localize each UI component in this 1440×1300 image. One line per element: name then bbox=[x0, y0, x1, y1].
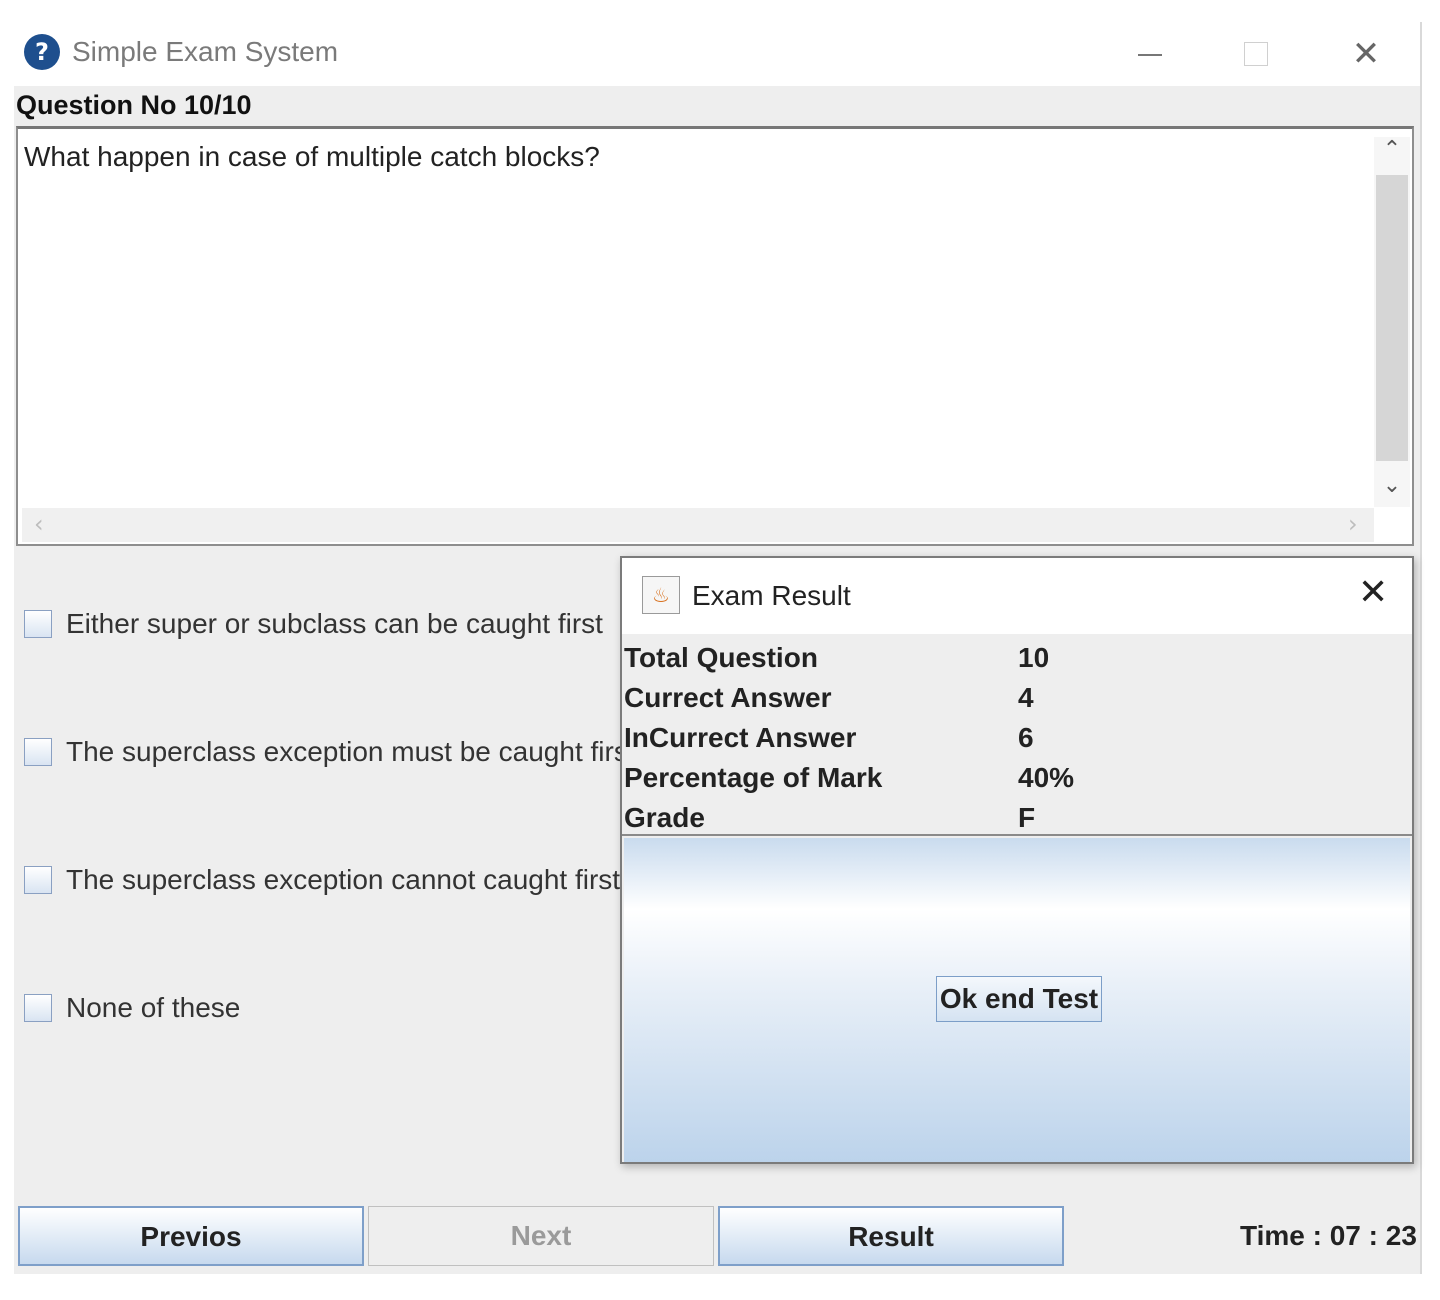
previous-button[interactable]: Previos bbox=[18, 1206, 364, 1266]
result-summary: Total Question 10 Currect Answer 4 InCur… bbox=[622, 638, 1412, 836]
result-label: Currect Answer bbox=[624, 682, 832, 713]
result-label: Grade bbox=[624, 802, 705, 833]
result-value: 40% bbox=[1018, 762, 1075, 793]
result-value: F bbox=[1018, 802, 1036, 833]
result-button[interactable]: Result bbox=[718, 1206, 1064, 1266]
result-label: Total Question bbox=[624, 642, 818, 673]
scroll-up-icon[interactable]: ⌃ bbox=[1374, 137, 1410, 162]
help-icon: ? bbox=[24, 34, 60, 70]
close-button[interactable]: ✕ bbox=[1336, 32, 1396, 76]
exam-result-dialog: ♨ Exam Result ✕ Total Question 10 Currec… bbox=[620, 556, 1414, 1164]
vertical-scroll-thumb[interactable] bbox=[1376, 175, 1408, 461]
question-text-area[interactable]: What happen in case of multiple catch bl… bbox=[16, 126, 1414, 546]
scroll-right-icon[interactable]: › bbox=[1348, 510, 1358, 538]
answer-option-4[interactable]: None of these bbox=[24, 988, 240, 1028]
answer-option-1[interactable]: Either super or subclass can be caught f… bbox=[24, 604, 603, 644]
option-checkbox[interactable] bbox=[24, 866, 52, 894]
scroll-left-icon[interactable]: ‹ bbox=[34, 510, 44, 538]
option-label: The superclass exception must be caught … bbox=[66, 736, 636, 767]
scroll-down-icon[interactable]: ⌄ bbox=[1374, 473, 1410, 498]
dialog-title-bar: ♨ Exam Result ✕ bbox=[622, 558, 1412, 634]
maximize-button[interactable] bbox=[1226, 32, 1286, 76]
option-label: Either super or subclass can be caught f… bbox=[66, 608, 603, 639]
result-value: 10 bbox=[1018, 642, 1050, 673]
dialog-button-panel: Ok end Test bbox=[624, 838, 1410, 1162]
time-remaining: Time : 07 : 23 bbox=[1240, 1220, 1417, 1251]
dialog-close-button[interactable]: ✕ bbox=[1358, 572, 1388, 613]
option-checkbox[interactable] bbox=[24, 994, 52, 1022]
java-icon: ♨ bbox=[642, 576, 680, 614]
next-button[interactable]: Next bbox=[368, 1206, 714, 1266]
dialog-title: Exam Result bbox=[692, 580, 851, 611]
result-row-total: Total Question 10 bbox=[622, 638, 1412, 678]
answer-option-3[interactable]: The superclass exception cannot caught f… bbox=[24, 860, 620, 900]
question-text: What happen in case of multiple catch bl… bbox=[24, 141, 600, 172]
result-label: InCurrect Answer bbox=[624, 722, 857, 753]
option-checkbox[interactable] bbox=[24, 610, 52, 638]
minimize-button[interactable] bbox=[1120, 32, 1180, 76]
result-row-correct: Currect Answer 4 bbox=[622, 678, 1412, 718]
option-label: None of these bbox=[66, 992, 241, 1023]
result-label: Percentage of Mark bbox=[624, 762, 883, 793]
result-row-grade: Grade F bbox=[622, 798, 1412, 838]
title-bar: ? Simple Exam System ✕ bbox=[14, 22, 1420, 86]
option-label: The superclass exception cannot caught f… bbox=[66, 864, 621, 895]
question-number-label: Question No 10/10 bbox=[16, 90, 252, 120]
result-row-percentage: Percentage of Mark 40% bbox=[622, 758, 1412, 798]
result-value: 4 bbox=[1018, 682, 1034, 713]
result-value: 6 bbox=[1018, 722, 1034, 753]
ok-end-test-button[interactable]: Ok end Test bbox=[936, 976, 1102, 1022]
window-title: Simple Exam System bbox=[72, 36, 339, 67]
horizontal-scrollbar[interactable]: ‹ › bbox=[22, 508, 1374, 542]
option-checkbox[interactable] bbox=[24, 738, 52, 766]
result-row-incorrect: InCurrect Answer 6 bbox=[622, 718, 1412, 758]
answer-option-2[interactable]: The superclass exception must be caught … bbox=[24, 732, 636, 772]
vertical-scrollbar[interactable]: ⌃ ⌄ bbox=[1374, 137, 1410, 507]
